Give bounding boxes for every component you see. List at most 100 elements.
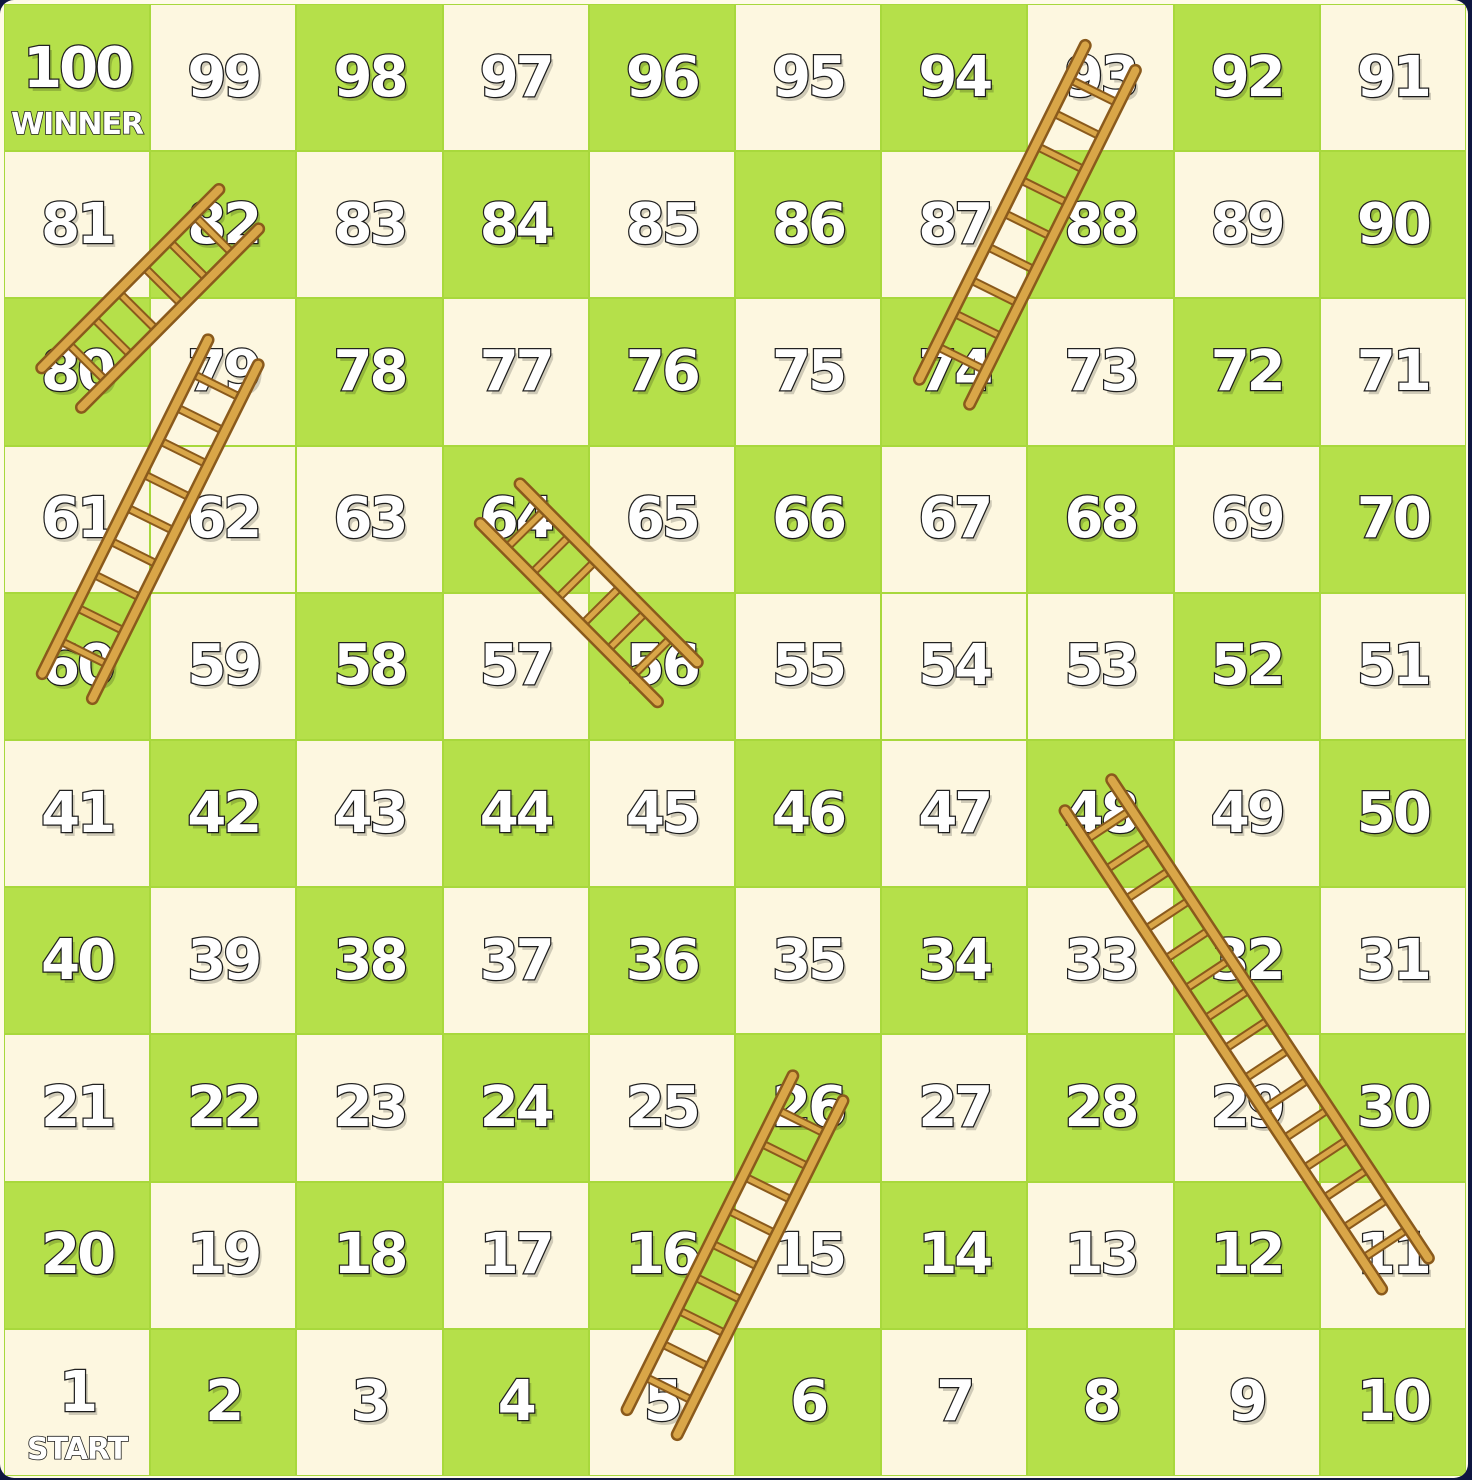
board-cell-68[interactable]: 68 <box>1027 445 1174 593</box>
board-cell-28[interactable]: 28 <box>1027 1034 1174 1182</box>
board-cell-39[interactable]: 39 <box>150 887 297 1035</box>
board-cell-53[interactable]: 53 <box>1027 592 1174 740</box>
board-cell-95[interactable]: 95 <box>734 4 882 152</box>
board-cell-98[interactable]: 98 <box>296 4 443 152</box>
board-cell-9[interactable]: 9 <box>1173 1328 1320 1476</box>
board-cell-51[interactable]: 51 <box>1319 592 1466 740</box>
board-cell-96[interactable]: 96 <box>588 4 735 152</box>
board-cell-82[interactable]: 82 <box>150 151 297 299</box>
board-cell-54[interactable]: 54 <box>881 592 1028 740</box>
board-cell-55[interactable]: 55 <box>734 592 882 740</box>
board-cell-52[interactable]: 52 <box>1173 592 1320 740</box>
board-cell-10[interactable]: 10 <box>1319 1328 1466 1476</box>
board-cell-36[interactable]: 36 <box>588 887 735 1035</box>
board-cell-79[interactable]: 79 <box>150 298 297 446</box>
board-cell-61[interactable]: 61 <box>4 445 151 593</box>
board-cell-78[interactable]: 78 <box>296 298 443 446</box>
board-cell-44[interactable]: 44 <box>442 739 589 888</box>
board-cell-83[interactable]: 83 <box>296 151 443 299</box>
board-cell-90[interactable]: 90 <box>1319 151 1466 299</box>
board-cell-66[interactable]: 66 <box>734 445 882 593</box>
board-cell-16[interactable]: 16 <box>588 1181 735 1329</box>
board-cell-21[interactable]: 21 <box>4 1034 151 1182</box>
board-cell-92[interactable]: 92 <box>1173 4 1320 152</box>
board-cell-37[interactable]: 37 <box>442 887 589 1035</box>
board-cell-32[interactable]: 32 <box>1173 887 1320 1035</box>
board-cell-62[interactable]: 62 <box>150 445 297 593</box>
board-cell-74[interactable]: 74 <box>881 298 1028 446</box>
board-cell-58[interactable]: 58 <box>296 592 443 740</box>
board-cell-18[interactable]: 18 <box>296 1181 443 1329</box>
board-cell-42[interactable]: 42 <box>150 739 297 888</box>
board-cell-72[interactable]: 72 <box>1173 298 1320 446</box>
board-cell-85[interactable]: 85 <box>588 151 735 299</box>
board-cell-57[interactable]: 57 <box>442 592 589 740</box>
board-cell-67[interactable]: 67 <box>881 445 1028 593</box>
board-cell-73[interactable]: 73 <box>1027 298 1174 446</box>
board-cell-25[interactable]: 25 <box>588 1034 735 1182</box>
board-cell-26[interactable]: 26 <box>734 1034 882 1182</box>
board-cell-11[interactable]: 11 <box>1319 1181 1466 1329</box>
board-cell-5[interactable]: 5 <box>588 1328 735 1476</box>
board-cell-34[interactable]: 34 <box>881 887 1028 1035</box>
board-cell-81[interactable]: 81 <box>4 151 151 299</box>
board-cell-24[interactable]: 24 <box>442 1034 589 1182</box>
board-cell-71[interactable]: 71 <box>1319 298 1466 446</box>
board-cell-7[interactable]: 7 <box>881 1328 1028 1476</box>
board-cell-20[interactable]: 20 <box>4 1181 151 1329</box>
board-cell-87[interactable]: 87 <box>881 151 1028 299</box>
board-cell-49[interactable]: 49 <box>1173 739 1320 888</box>
board-cell-38[interactable]: 38 <box>296 887 443 1035</box>
board-cell-76[interactable]: 76 <box>588 298 735 446</box>
board-cell-30[interactable]: 30 <box>1319 1034 1466 1182</box>
board-cell-50[interactable]: 50 <box>1319 739 1466 888</box>
board-cell-89[interactable]: 89 <box>1173 151 1320 299</box>
board-cell-3[interactable]: 3 <box>296 1328 443 1476</box>
board-cell-91[interactable]: 91 <box>1319 4 1466 152</box>
board-cell-69[interactable]: 69 <box>1173 445 1320 593</box>
board-cell-43[interactable]: 43 <box>296 739 443 888</box>
board-cell-27[interactable]: 27 <box>881 1034 1028 1182</box>
board-cell-2[interactable]: 2 <box>150 1328 297 1476</box>
board-cell-1[interactable]: 1 START <box>4 1328 151 1476</box>
board-cell-19[interactable]: 19 <box>150 1181 297 1329</box>
board-cell-94[interactable]: 94 <box>881 4 1028 152</box>
board-cell-4[interactable]: 4 <box>442 1328 589 1476</box>
board-cell-70[interactable]: 70 <box>1319 445 1466 593</box>
board-cell-48[interactable]: 48 <box>1027 739 1174 888</box>
board-cell-100[interactable]: 100 WINNER <box>4 4 151 152</box>
board-cell-33[interactable]: 33 <box>1027 887 1174 1035</box>
board-cell-86[interactable]: 86 <box>734 151 882 299</box>
board-cell-59[interactable]: 59 <box>150 592 297 740</box>
board-cell-6[interactable]: 6 <box>734 1328 882 1476</box>
board-cell-13[interactable]: 13 <box>1027 1181 1174 1329</box>
board-cell-41[interactable]: 41 <box>4 739 151 888</box>
board-cell-97[interactable]: 97 <box>442 4 589 152</box>
board-cell-60[interactable]: 60 <box>4 592 151 740</box>
board-cell-29[interactable]: 29 <box>1173 1034 1320 1182</box>
board-cell-80[interactable]: 80 <box>4 298 151 446</box>
board-cell-84[interactable]: 84 <box>442 151 589 299</box>
board-cell-99[interactable]: 99 <box>150 4 297 152</box>
board-cell-63[interactable]: 63 <box>296 445 443 593</box>
board-cell-75[interactable]: 75 <box>734 298 882 446</box>
board-cell-46[interactable]: 46 <box>734 739 882 888</box>
board-cell-56[interactable]: 56 <box>588 592 735 740</box>
board-cell-45[interactable]: 45 <box>588 739 735 888</box>
board-cell-35[interactable]: 35 <box>734 887 882 1035</box>
board-cell-65[interactable]: 65 <box>588 445 735 593</box>
board-cell-88[interactable]: 88 <box>1027 151 1174 299</box>
board-cell-23[interactable]: 23 <box>296 1034 443 1182</box>
board-cell-12[interactable]: 12 <box>1173 1181 1320 1329</box>
board-cell-40[interactable]: 40 <box>4 887 151 1035</box>
board-cell-15[interactable]: 15 <box>734 1181 882 1329</box>
board-cell-77[interactable]: 77 <box>442 298 589 446</box>
board-cell-64[interactable]: 64 <box>442 445 589 593</box>
board-cell-31[interactable]: 31 <box>1319 887 1466 1035</box>
board-cell-22[interactable]: 22 <box>150 1034 297 1182</box>
board-cell-14[interactable]: 14 <box>881 1181 1028 1329</box>
board-cell-93[interactable]: 93 <box>1027 4 1174 152</box>
board-cell-17[interactable]: 17 <box>442 1181 589 1329</box>
board-cell-47[interactable]: 47 <box>881 739 1028 888</box>
board-cell-8[interactable]: 8 <box>1027 1328 1174 1476</box>
